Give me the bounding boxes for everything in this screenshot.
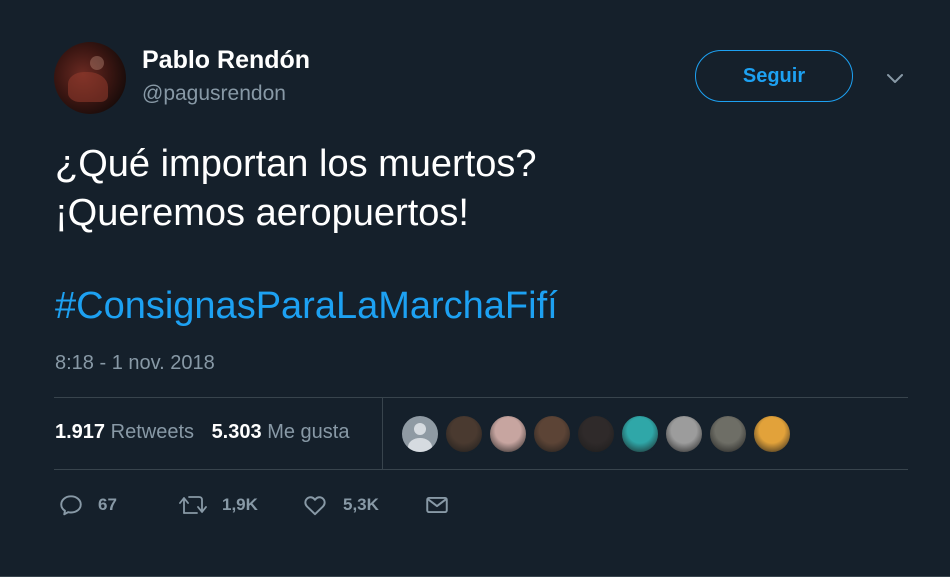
likes-stat[interactable]: 5.303 Me gusta	[212, 421, 350, 443]
chevron-down-icon[interactable]	[883, 68, 907, 88]
user-avatar[interactable]	[54, 42, 126, 114]
tweet-card: Pablo Rendón @pagusrendon Seguir ¿Qué im…	[0, 0, 950, 577]
retweets-count: 1.917	[55, 421, 106, 443]
retweet-count: 1,9K	[222, 495, 258, 514]
hashtag-link[interactable]: #ConsignasParaLaMarchaFifí	[55, 282, 558, 331]
divider	[54, 397, 908, 398]
envelope-icon	[424, 492, 450, 518]
liker-avatar[interactable]	[708, 414, 748, 454]
heart-icon	[301, 492, 329, 518]
direct-message-button[interactable]	[424, 490, 450, 520]
liker-avatar[interactable]	[488, 414, 528, 454]
tweet-header: Pablo Rendón @pagusrendon Seguir	[54, 42, 914, 118]
reply-count: 67	[98, 495, 117, 514]
liker-avatar[interactable]	[576, 414, 616, 454]
retweets-label: Retweets	[110, 421, 194, 443]
engagement-stats: 1.917 Retweets 5.303 Me gusta	[55, 421, 361, 444]
user-display-name[interactable]: Pablo Rendón	[142, 46, 310, 75]
liker-avatar[interactable]	[444, 414, 484, 454]
user-handle[interactable]: @pagusrendon	[142, 82, 286, 106]
retweet-button[interactable]: 1,9K	[178, 490, 258, 520]
follow-button-label: Seguir	[742, 64, 806, 87]
reply-button[interactable]: 67	[58, 490, 117, 520]
tweet-timestamp[interactable]: 8:18 - 1 nov. 2018	[55, 352, 215, 375]
retweets-stat[interactable]: 1.917 Retweets	[55, 421, 194, 443]
likes-label: Me gusta	[267, 421, 350, 443]
liker-avatar[interactable]	[532, 414, 572, 454]
reply-icon	[58, 492, 84, 518]
liker-avatar[interactable]	[752, 414, 792, 454]
follow-button[interactable]: Seguir	[695, 50, 853, 102]
likes-count: 5.303	[211, 421, 262, 443]
like-count: 5,3K	[343, 495, 379, 514]
divider	[54, 469, 908, 470]
like-button[interactable]: 5,3K	[301, 490, 379, 520]
tweet-text: ¿Qué importan los muertos? ¡Queremos aer…	[55, 140, 895, 238]
liker-avatar[interactable]	[664, 414, 704, 454]
tweet-text-line: ¡Queremos aeropuertos!	[55, 192, 469, 234]
divider	[382, 397, 383, 469]
tweet-text-line: ¿Qué importan los muertos?	[55, 143, 537, 185]
retweet-icon	[178, 492, 208, 518]
liker-avatar[interactable]	[400, 414, 440, 454]
liker-avatar[interactable]	[620, 414, 660, 454]
